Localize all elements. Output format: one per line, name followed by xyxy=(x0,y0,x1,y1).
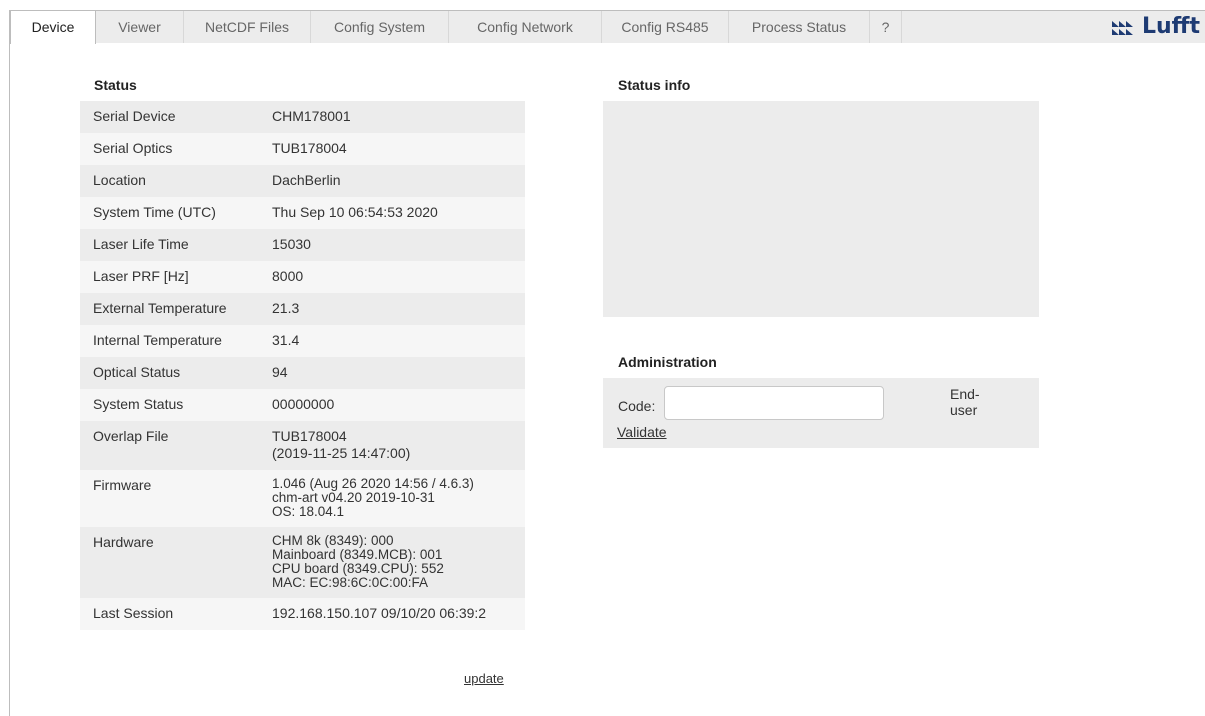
tab-help[interactable]: ? xyxy=(870,11,902,43)
row-value: 8000 xyxy=(272,268,304,284)
administration-panel: Code: Validate End- user xyxy=(603,378,1039,448)
tab-config-system[interactable]: Config System xyxy=(311,11,449,43)
table-row: Serial Device CHM178001 xyxy=(80,101,525,133)
row-key: Serial Device xyxy=(93,108,176,124)
row-value: 00000000 xyxy=(272,396,335,412)
table-row: System Status 00000000 xyxy=(80,389,525,421)
row-value: CHM178001 xyxy=(272,108,351,124)
row-key: Last Session xyxy=(93,605,174,621)
tab-process-status[interactable]: Process Status xyxy=(729,11,870,43)
status-table: Serial Device CHM178001 Serial Optics TU… xyxy=(80,101,525,630)
tab-bar: Device Viewer NetCDF Files Config System… xyxy=(10,10,1205,44)
table-row: Last Session 192.168.150.107 09/10/20 06… xyxy=(80,598,525,630)
row-key: Location xyxy=(93,172,146,188)
code-label: Code: xyxy=(618,398,656,414)
table-row: Firmware 1.046 (Aug 26 2020 14:56 / 4.6.… xyxy=(80,470,525,527)
row-key: Serial Optics xyxy=(93,140,173,156)
status-info-panel xyxy=(603,101,1039,317)
row-value: 21.3 xyxy=(272,300,300,316)
table-row: Overlap File TUB178004 (2019-11-25 14:47… xyxy=(80,421,525,470)
row-key: System Status xyxy=(93,396,184,412)
update-link[interactable]: update xyxy=(464,671,504,686)
row-key: Laser PRF [Hz] xyxy=(93,268,189,284)
table-row: Laser Life Time 15030 xyxy=(80,229,525,261)
status-info-title: Status info xyxy=(618,77,691,93)
row-key: External Temperature xyxy=(93,300,227,316)
row-key: Firmware xyxy=(93,477,152,493)
code-input[interactable] xyxy=(664,386,884,420)
row-key: Hardware xyxy=(93,534,154,550)
tab-device[interactable]: Device xyxy=(10,11,96,44)
table-row: System Time (UTC) Thu Sep 10 06:54:53 20… xyxy=(80,197,525,229)
row-value: 31.4 xyxy=(272,332,300,348)
row-value: 94 xyxy=(272,364,288,380)
row-key: System Time (UTC) xyxy=(93,204,216,220)
lufft-emblem-icon xyxy=(1111,21,1133,35)
logo-text: Lufft xyxy=(1141,14,1200,39)
tab-config-network[interactable]: Config Network xyxy=(449,11,602,43)
table-row: Serial Optics TUB178004 xyxy=(80,133,525,165)
tab-netcdf-files[interactable]: NetCDF Files xyxy=(184,11,311,43)
table-row: Location DachBerlin xyxy=(80,165,525,197)
administration-title: Administration xyxy=(618,354,717,370)
table-row: Optical Status 94 xyxy=(80,357,525,389)
left-border xyxy=(9,10,10,716)
user-role-label: End- user xyxy=(950,386,980,418)
row-value: 15030 xyxy=(272,236,311,252)
validate-link[interactable]: Validate xyxy=(617,424,667,440)
row-value: TUB178004 xyxy=(272,140,347,156)
table-row: Hardware CHM 8k (8349): 000 Mainboard (8… xyxy=(80,527,525,598)
row-key: Laser Life Time xyxy=(93,236,189,252)
row-value: DachBerlin xyxy=(272,172,341,188)
table-row: Laser PRF [Hz] 8000 xyxy=(80,261,525,293)
lufft-logo: Lufft xyxy=(1110,11,1200,43)
tab-config-rs485[interactable]: Config RS485 xyxy=(602,11,729,43)
row-key: Internal Temperature xyxy=(93,332,222,348)
row-key: Optical Status xyxy=(93,364,181,380)
row-key: Overlap File xyxy=(93,428,169,444)
table-row: Internal Temperature 31.4 xyxy=(80,325,525,357)
row-value: CHM 8k (8349): 000 Mainboard (8349.MCB):… xyxy=(272,533,444,590)
row-value: 1.046 (Aug 26 2020 14:56 / 4.6.3) chm-ar… xyxy=(272,476,474,519)
status-title: Status xyxy=(94,77,137,93)
row-value: Thu Sep 10 06:54:53 2020 xyxy=(272,204,438,220)
tab-viewer[interactable]: Viewer xyxy=(96,11,184,43)
table-row: External Temperature 21.3 xyxy=(80,293,525,325)
row-value: 192.168.150.107 09/10/20 06:39:2 xyxy=(272,605,487,621)
row-value: TUB178004 (2019-11-25 14:47:00) xyxy=(272,428,411,461)
